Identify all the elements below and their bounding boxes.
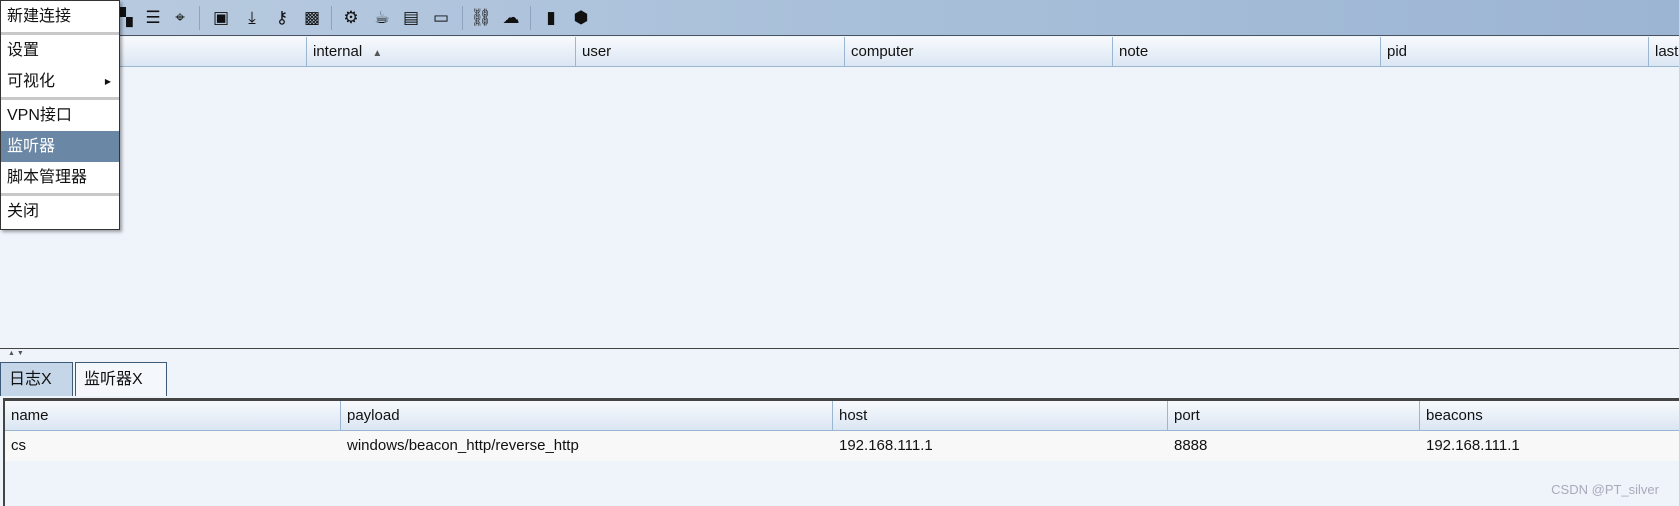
book-icon[interactable]: ▮ xyxy=(540,7,562,29)
cobalt-strike-menu: 新建连接 设置 可视化 ▶ VPN接口 监听器 脚本管理器 关闭 xyxy=(0,0,120,230)
column-port[interactable]: port xyxy=(1167,401,1419,431)
listeners-table: name payload host port beacons cs window… xyxy=(3,398,1679,506)
cloud-icon[interactable]: ☁ xyxy=(500,7,522,29)
splitter[interactable] xyxy=(0,348,1679,349)
credentials-icon[interactable]: ▣ xyxy=(210,7,232,29)
menu-item-preferences[interactable]: 设置 xyxy=(1,35,119,66)
menu-item-close[interactable]: 关闭 xyxy=(1,196,119,227)
link-icon[interactable]: ⛓ xyxy=(470,7,492,29)
key-icon[interactable]: ⚷ xyxy=(271,7,293,29)
column-last[interactable]: last xyxy=(1648,37,1679,67)
watermark: CSDN @PT_silver xyxy=(1551,482,1659,497)
collapse-arrows-icon[interactable]: ▲ ▼ xyxy=(8,350,24,357)
cell-payload: windows/beacon_http/reverse_http xyxy=(347,437,579,454)
tab-listeners[interactable]: 监听器X xyxy=(75,362,167,396)
column-user[interactable]: user xyxy=(575,37,844,67)
menu-item-listeners[interactable]: 监听器 xyxy=(1,131,119,162)
cell-beacons: 192.168.111.1 xyxy=(1426,437,1520,454)
column-internal[interactable]: internal ▲ xyxy=(306,37,575,67)
target-icon[interactable]: ⌖ xyxy=(169,7,191,29)
column-payload[interactable]: payload xyxy=(340,401,832,431)
console-icon[interactable]: ▭ xyxy=(430,7,452,29)
column-name[interactable]: name xyxy=(5,401,340,431)
package-icon[interactable]: ⬢ xyxy=(570,7,592,29)
submenu-arrow-icon: ▶ xyxy=(104,77,111,86)
column-pid[interactable]: pid xyxy=(1380,37,1648,67)
settings-icon[interactable]: ⚙ xyxy=(340,7,362,29)
menu-item-new-connection[interactable]: 新建连接 xyxy=(1,1,119,32)
sessions-table-header: external internal ▲ user computer note p… xyxy=(0,37,1679,67)
table-row[interactable]: cs windows/beacon_http/reverse_http 192.… xyxy=(5,431,1679,461)
toolbar: ⊖ ▚ ☰ ⌖ ▣ ⤓ ⚷ ▩ ⚙ ☕ ▤ ▭ ⛓ ☁ ▮ ⬢ xyxy=(0,0,1679,36)
cell-name: cs xyxy=(11,437,26,454)
cell-port: 8888 xyxy=(1174,437,1208,454)
menu-item-vpn-interfaces[interactable]: VPN接口 xyxy=(1,100,119,131)
column-host[interactable]: host xyxy=(832,401,1167,431)
column-computer[interactable]: computer xyxy=(844,37,1112,67)
column-label: internal xyxy=(313,43,363,60)
menu-item-label: 可视化 xyxy=(7,73,56,90)
column-beacons[interactable]: beacons xyxy=(1419,401,1679,431)
java-icon[interactable]: ☕ xyxy=(371,7,393,29)
column-note[interactable]: note xyxy=(1112,37,1380,67)
download-icon[interactable]: ⤓ xyxy=(241,7,263,29)
listeners-table-header: name payload host port beacons xyxy=(5,401,1679,431)
session-table-icon[interactable]: ☰ xyxy=(142,7,164,29)
document-icon[interactable]: ▤ xyxy=(400,7,422,29)
sort-ascending-icon: ▲ xyxy=(372,48,383,59)
tab-log[interactable]: 日志X xyxy=(0,362,73,396)
menu-item-script-manager[interactable]: 脚本管理器 xyxy=(1,162,119,193)
menu-item-visualization[interactable]: 可视化 ▶ xyxy=(1,66,119,97)
cell-host: 192.168.111.1 xyxy=(839,437,933,454)
screenshot-icon[interactable]: ▩ xyxy=(301,7,323,29)
